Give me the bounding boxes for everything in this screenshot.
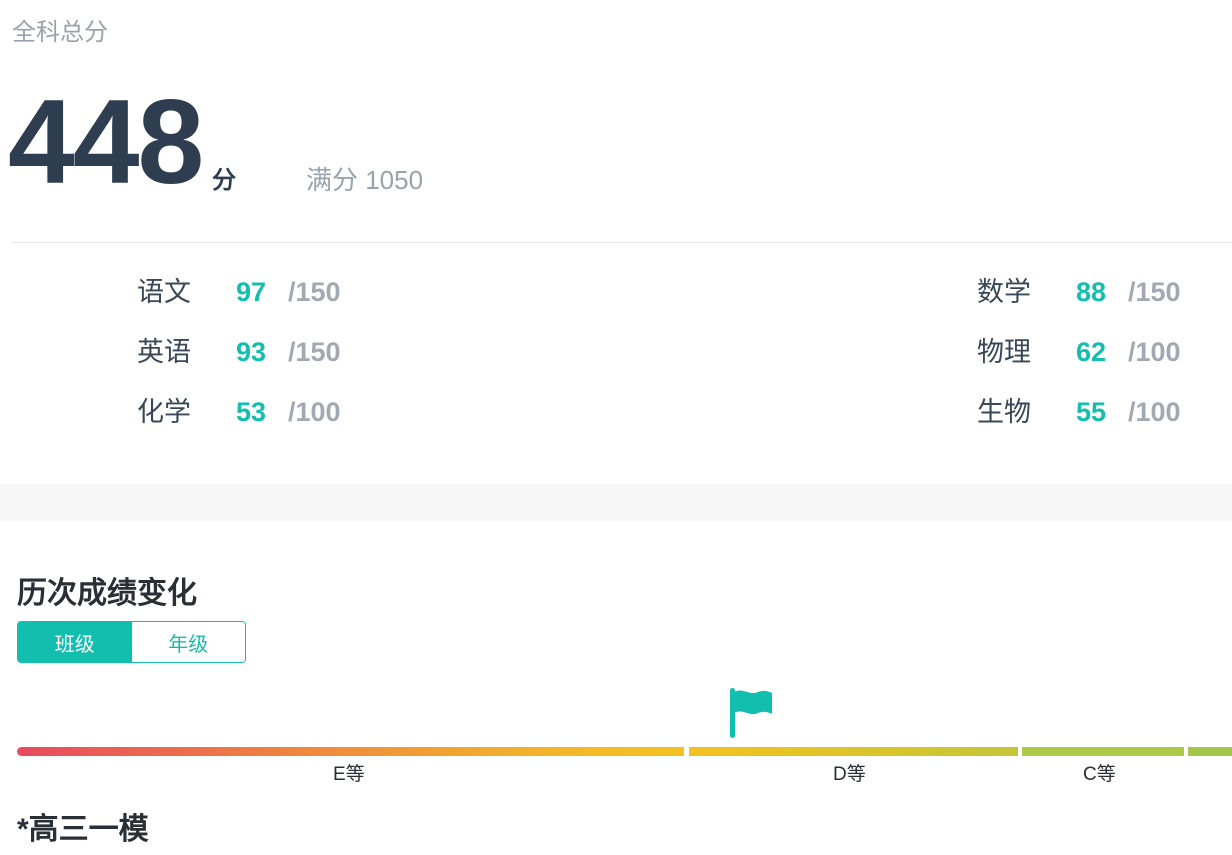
subject-row-biology: 生物 55 /100 [977, 392, 1181, 452]
subject-score: 53 [236, 397, 267, 427]
subject-name: 英语 [137, 337, 191, 367]
rank-scope-toggle: 班级 年级 [17, 621, 246, 663]
subject-column-left: 语文 97 /150 英语 93 /150 化学 53 /100 [137, 272, 341, 452]
subject-max: /100 [1128, 397, 1181, 427]
flag-icon [730, 688, 772, 738]
subject-max: /150 [288, 277, 341, 307]
subject-score: 97 [236, 277, 267, 307]
summary-divider [12, 242, 1232, 243]
tab-grade[interactable]: 年级 [131, 622, 245, 662]
exam-name: *高三一模 [17, 813, 149, 846]
total-score-unit: 分 [212, 167, 236, 194]
subject-row-physics: 物理 62 /100 [977, 332, 1181, 392]
subject-row-english: 英语 93 /150 [137, 332, 341, 392]
grade-segment-d [689, 747, 1018, 756]
subject-score: 62 [1076, 337, 1107, 367]
subject-row-math: 数学 88 /150 [977, 272, 1181, 332]
subject-score: 88 [1076, 277, 1107, 307]
total-score-value: 448 [8, 75, 204, 209]
subject-name: 数学 [977, 277, 1031, 307]
history-section-title: 历次成绩变化 [17, 577, 197, 610]
subject-name: 生物 [977, 397, 1031, 427]
subject-name: 物理 [977, 337, 1031, 367]
subject-max: /150 [1128, 277, 1181, 307]
grade-segment-e [17, 747, 684, 756]
subject-row-chemistry: 化学 53 /100 [137, 392, 341, 452]
subject-max: /100 [1128, 337, 1181, 367]
total-score-label: 全科总分 [12, 19, 108, 46]
grade-label-e: E等 [333, 764, 365, 785]
section-separator [0, 484, 1232, 521]
subject-column-right: 数学 88 /150 物理 62 /100 生物 55 /100 [977, 272, 1181, 452]
subject-score: 55 [1076, 397, 1107, 427]
subject-row-chinese: 语文 97 /150 [137, 272, 341, 332]
grade-label-d: D等 [833, 764, 866, 785]
grade-segment-next [1188, 747, 1232, 756]
score-report-page: 全科总分 448 分 满分 1050 语文 97 /150 英语 93 /150… [0, 0, 1232, 855]
tab-class[interactable]: 班级 [18, 622, 132, 662]
grade-label-c: C等 [1083, 764, 1116, 785]
subject-max: /150 [288, 337, 341, 367]
full-score-label: 满分 1050 [306, 165, 424, 195]
subject-name: 语文 [137, 277, 191, 307]
subject-name: 化学 [137, 397, 191, 427]
subject-score: 93 [236, 337, 267, 367]
grade-segment-c [1022, 747, 1184, 756]
subject-max: /100 [288, 397, 341, 427]
